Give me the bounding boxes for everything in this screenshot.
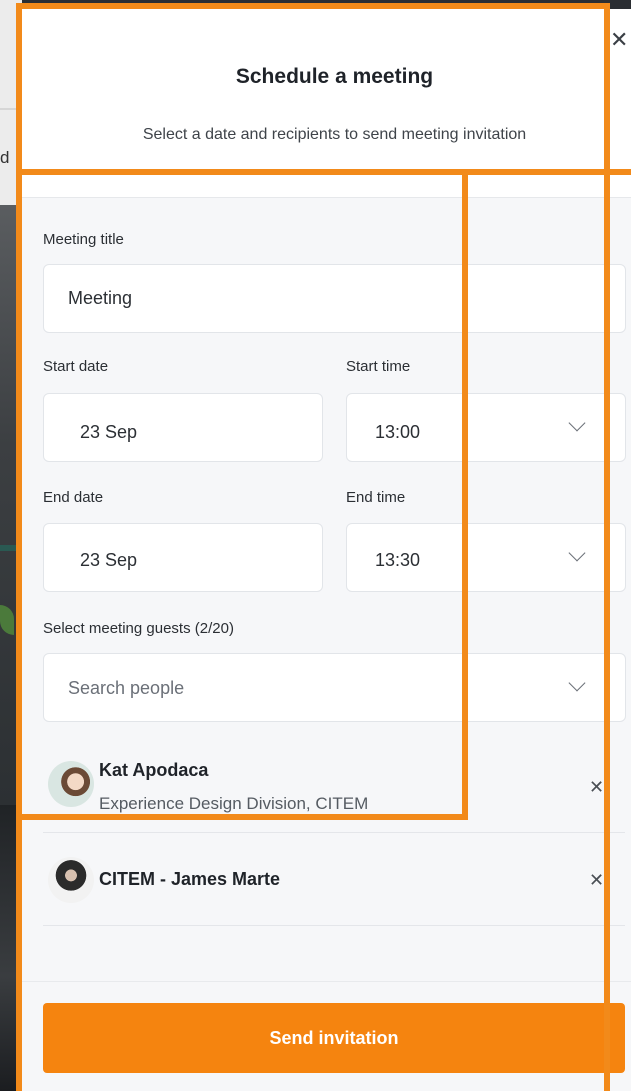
background-text: d (0, 148, 10, 167)
close-icon[interactable]: ✕ (610, 27, 631, 53)
highlight-frame (16, 3, 610, 1091)
